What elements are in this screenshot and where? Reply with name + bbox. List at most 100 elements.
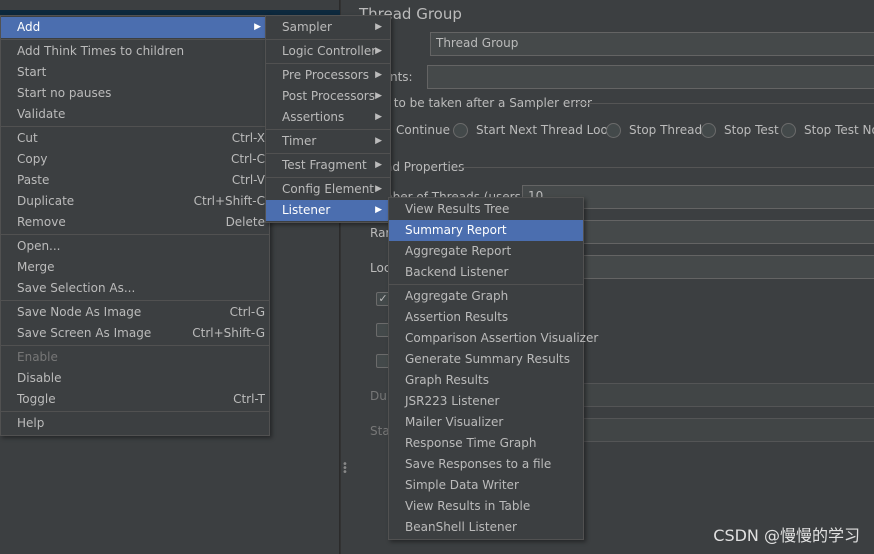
context-menu-item-cut[interactable]: Cut Ctrl-X (1, 128, 269, 149)
context-menu-item-paste[interactable]: Paste Ctrl-V (1, 170, 269, 191)
listener-submenu-item-save-responses-to-a-file[interactable]: Save Responses to a file (389, 454, 583, 475)
menu-separator (266, 39, 390, 40)
name-input[interactable]: Thread Group (430, 32, 874, 56)
context-menu-item-add-think-times-to-children[interactable]: Add Think Times to children (1, 41, 269, 62)
menu-item-label: Open... (17, 239, 61, 253)
listener-submenu-item-graph-results[interactable]: Graph Results (389, 370, 583, 391)
submenu-arrow-icon: ▶ (375, 205, 382, 215)
context-menu-item-save-screen-as-image[interactable]: Save Screen As Image Ctrl+Shift-G (1, 323, 269, 344)
submenu-arrow-icon: ▶ (375, 91, 382, 101)
menu-separator (1, 39, 269, 40)
submenu-arrow-icon: ▶ (375, 70, 382, 80)
comments-input[interactable] (427, 65, 874, 89)
menu-item-label: Post Processors (282, 89, 375, 103)
context-menu-item-copy[interactable]: Copy Ctrl-C (1, 149, 269, 170)
context-menu-item-disable[interactable]: Disable (1, 368, 269, 389)
context-menu-item-toggle[interactable]: Toggle Ctrl-T (1, 389, 269, 410)
loop-count-input[interactable] (560, 255, 874, 279)
menu-item-label: Copy (17, 152, 48, 166)
context-menu-item-save-node-as-image[interactable]: Save Node As Image Ctrl-G (1, 302, 269, 323)
listener-submenu-item-beanshell-listener[interactable]: BeanShell Listener (389, 517, 583, 538)
thread-properties-label: ad Properties (385, 160, 465, 174)
add-submenu-item-sampler[interactable]: Sampler ▶ (266, 17, 390, 38)
menu-item-label: Remove (17, 215, 66, 229)
submenu-arrow-icon: ▶ (375, 160, 382, 170)
listener-submenu-item-simple-data-writer[interactable]: Simple Data Writer (389, 475, 583, 496)
menu-item-label: Generate Summary Results (405, 352, 570, 366)
context-menu-item-start[interactable]: Start (1, 62, 269, 83)
listener-submenu-item-assertion-results[interactable]: Assertion Results (389, 307, 583, 328)
menu-separator (389, 284, 583, 285)
add-submenu-item-pre-processors[interactable]: Pre Processors ▶ (266, 65, 390, 86)
shortcut-label: Ctrl-X (231, 131, 265, 145)
context-menu-item-merge[interactable]: Merge (1, 257, 269, 278)
context-menu-item-validate[interactable]: Validate (1, 104, 269, 125)
listener-submenu-item-backend-listener[interactable]: Backend Listener (389, 262, 583, 283)
radio-stop-thread[interactable] (606, 123, 621, 138)
startup-delay-label: Sta (370, 424, 390, 438)
add-submenu-item-config-element[interactable]: Config Element ▶ (266, 179, 390, 200)
duration-input[interactable] (560, 383, 874, 407)
menu-item-label: Toggle (17, 392, 56, 406)
context-menu-item-add[interactable]: Add ▶ (1, 17, 269, 38)
listener-submenu-item-aggregate-report[interactable]: Aggregate Report (389, 241, 583, 262)
divider-grip-icon[interactable]: • • • (342, 460, 348, 478)
menu-item-label: Add Think Times to children (17, 44, 185, 58)
listener-submenu-item-jsr223-listener[interactable]: JSR223 Listener (389, 391, 583, 412)
ramp-up-input[interactable] (560, 220, 874, 244)
add-submenu-item-test-fragment[interactable]: Test Fragment ▶ (266, 155, 390, 176)
listener-submenu-item-mailer-visualizer[interactable]: Mailer Visualizer (389, 412, 583, 433)
add-submenu-item-logic-controller[interactable]: Logic Controller ▶ (266, 41, 390, 62)
menu-item-label: Logic Controller (282, 44, 377, 58)
menu-separator (1, 300, 269, 301)
menu-item-label: Enable (17, 350, 58, 364)
context-menu-item-open[interactable]: Open... (1, 236, 269, 257)
add-submenu-item-post-processors[interactable]: Post Processors ▶ (266, 86, 390, 107)
startup-delay-input[interactable] (560, 418, 874, 442)
menu-item-label: Mailer Visualizer (405, 415, 504, 429)
listener-submenu-item-view-results-tree[interactable]: View Results Tree (389, 199, 583, 220)
context-menu-item-enable[interactable]: Enable (1, 347, 269, 368)
radio-stop-test-now[interactable] (781, 123, 796, 138)
add-submenu-item-listener[interactable]: Listener ▶ (266, 200, 390, 221)
menu-item-label: Comparison Assertion Visualizer (405, 331, 599, 345)
context-menu-item-duplicate[interactable]: Duplicate Ctrl+Shift-C (1, 191, 269, 212)
context-menu-item-remove[interactable]: Remove Delete (1, 212, 269, 233)
menu-item-label: View Results in Table (405, 499, 531, 513)
menu-item-label: Save Selection As... (17, 281, 136, 295)
menu-item-label: Assertion Results (405, 310, 509, 324)
menu-item-label: Start no pauses (17, 86, 112, 100)
menu-item-label: Help (17, 416, 45, 430)
listener-submenu-item-summary-report[interactable]: Summary Report (389, 220, 583, 241)
submenu-arrow-icon: ▶ (375, 112, 382, 122)
menu-separator (1, 411, 269, 412)
context-menu-item-start-no-pauses[interactable]: Start no pauses (1, 83, 269, 104)
menu-item-label: JSR223 Listener (405, 394, 500, 408)
context-menu-item-help[interactable]: Help (1, 413, 269, 434)
menu-item-label: Save Responses to a file (405, 457, 552, 471)
context-menu-item-save-selection-as[interactable]: Save Selection As... (1, 278, 269, 299)
listener-submenu-item-response-time-graph[interactable]: Response Time Graph (389, 433, 583, 454)
menu-item-label: Pre Processors (282, 68, 369, 82)
menu-item-label: Validate (17, 107, 66, 121)
menu-item-label: Backend Listener (405, 265, 509, 279)
listener-submenu-item-aggregate-graph[interactable]: Aggregate Graph (389, 286, 583, 307)
listener-submenu-item-generate-summary-results[interactable]: Generate Summary Results (389, 349, 583, 370)
shortcut-label: Delete (225, 215, 265, 229)
radio-start-next-thread-loop[interactable] (453, 123, 468, 138)
sampler-error-group-label: on to be taken after a Sampler error (375, 96, 592, 110)
listener-submenu: View Results Tree Summary Report Aggregate… (388, 197, 598, 540)
submenu-arrow-icon: ▶ (254, 22, 261, 32)
shortcut-label: Ctrl-C (230, 152, 265, 166)
menu-item-label: Aggregate Graph (405, 289, 509, 303)
radio-label: Stop Test Now (804, 123, 874, 137)
menu-item-label: Disable (17, 371, 62, 385)
listener-submenu-item-comparison-assertion-visualizer[interactable]: Comparison Assertion Visualizer (389, 328, 598, 349)
add-submenu-item-assertions[interactable]: Assertions ▶ (266, 107, 390, 128)
radio-stop-test[interactable] (701, 123, 716, 138)
menu-item-label: Save Screen As Image (17, 326, 152, 340)
listener-submenu-item-view-results-in-table[interactable]: View Results in Table (389, 496, 583, 517)
radio-label: Start Next Thread Loop (476, 123, 616, 137)
shortcut-label: Ctrl+Shift-G (192, 326, 265, 340)
add-submenu-item-timer[interactable]: Timer ▶ (266, 131, 390, 152)
